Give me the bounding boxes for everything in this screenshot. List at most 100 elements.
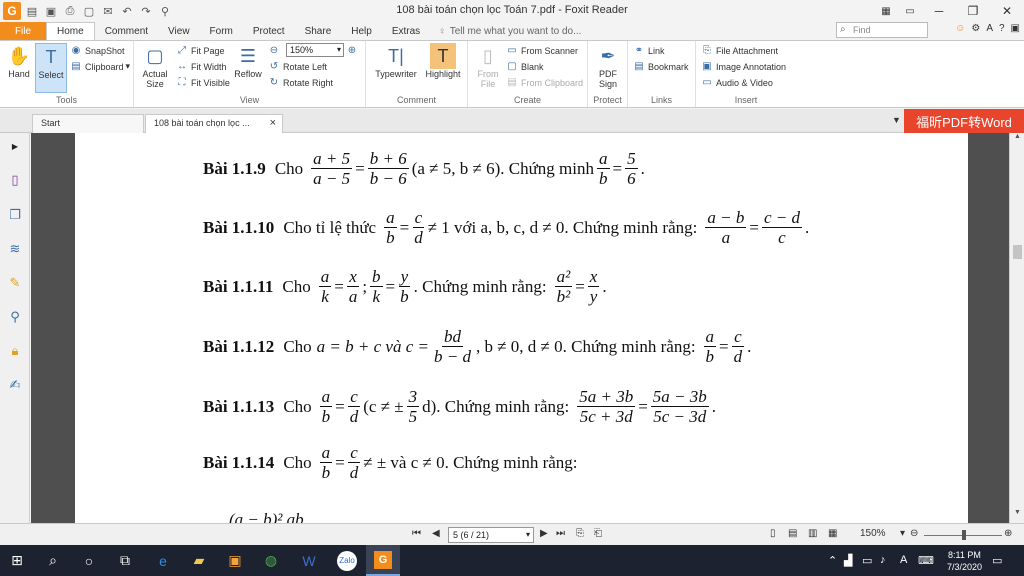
zoom-out-icon[interactable]: ⊖ — [910, 528, 918, 539]
bookmark-panel-icon[interactable]: ▯ — [6, 171, 24, 189]
link-button[interactable]: ⚭ Link — [633, 43, 665, 58]
collapse-ribbon-icon[interactable]: ▭ — [898, 0, 922, 22]
tab-share[interactable]: Share — [295, 22, 342, 40]
search-icon[interactable]: ⌕ — [36, 545, 70, 576]
foxit-taskbar-icon[interactable]: G — [366, 545, 400, 576]
pdf-to-word-promo[interactable]: 福昕PDF转Word — [904, 109, 1024, 133]
copy-page-icon[interactable]: ⎗ — [594, 528, 602, 539]
extract-page-icon[interactable]: ⎘ — [576, 528, 584, 539]
blank-button[interactable]: ▢ Blank — [506, 59, 543, 74]
file-menu[interactable]: File — [0, 22, 46, 40]
minimize-button[interactable]: ─ — [922, 0, 956, 22]
undo-icon[interactable]: ↶ — [119, 3, 135, 19]
find-input[interactable]: ⌕ Find — [836, 22, 928, 38]
document-viewport[interactable]: Bài 1.1.9 Cho a + 5a − 5 = b + 6b − 6 (a… — [31, 133, 1009, 523]
vertical-scrollbar[interactable]: ▲ ▼ — [1009, 133, 1024, 523]
actual-size-button[interactable]: ▢ Actual Size — [139, 43, 171, 93]
tab-view[interactable]: View — [158, 22, 200, 40]
close-tab-icon[interactable]: × — [270, 115, 276, 132]
tell-me-box[interactable]: ♀ Tell me what you want to do... — [430, 22, 581, 40]
continuous-view-icon[interactable]: ▤ — [788, 528, 797, 539]
smiley-icon[interactable]: ☺ — [955, 23, 965, 34]
select-button[interactable]: T Select — [35, 43, 67, 93]
scrollbar-thumb[interactable] — [1013, 245, 1022, 259]
system-clock[interactable]: 8:11 PM 7/3/2020 — [947, 549, 982, 573]
from-file-button[interactable]: ▯ From File — [472, 43, 504, 93]
new-document-icon[interactable]: ▢ — [81, 3, 97, 19]
attachments-panel-icon[interactable]: ⚲ — [6, 308, 24, 326]
zoom-out-button[interactable]: ⊖ — [268, 43, 283, 58]
zalo-icon[interactable]: Zalo — [330, 545, 364, 576]
font-size-icon[interactable]: A — [986, 23, 993, 34]
file-explorer-icon[interactable]: ▰ — [182, 545, 216, 576]
customize-toolbar-icon[interactable]: ⚲ — [157, 3, 173, 19]
expand-icon[interactable]: ▣ — [1011, 23, 1020, 34]
single-page-view-icon[interactable]: ▯ — [770, 528, 776, 539]
tab-form[interactable]: Form — [200, 22, 243, 40]
task-view-icon[interactable]: ⧉ — [108, 545, 142, 576]
ribbon-options-icon[interactable]: ▦ — [874, 0, 898, 22]
file-attachment-button[interactable]: ⎘ File Attachment — [701, 43, 778, 58]
signature-panel-icon[interactable]: ✍ — [6, 376, 24, 394]
print-icon[interactable]: ⎙ — [62, 3, 78, 19]
gear-icon[interactable]: ⚙ — [971, 23, 980, 34]
from-clipboard-button[interactable]: ▤ From Clipboard — [506, 75, 583, 90]
pages-panel-icon[interactable]: ❐ — [6, 206, 24, 224]
facing-view-icon[interactable]: ▥ — [808, 528, 817, 539]
zoom-in-icon[interactable]: ⊕ — [1004, 528, 1012, 539]
fit-visible-button[interactable]: ⛶ Fit Visible — [176, 75, 230, 90]
clipboard-button[interactable]: ▤ Clipboard ▾ — [70, 59, 130, 74]
tab-extras[interactable]: Extras — [382, 22, 430, 40]
tab-home[interactable]: Home — [46, 22, 95, 40]
save-icon[interactable]: ▣ — [43, 3, 59, 19]
snapshot-button[interactable]: ◉ SnapShot — [70, 43, 125, 58]
audio-video-button[interactable]: ▭ Audio & Video — [701, 75, 773, 90]
zoom-level[interactable]: 150% — [860, 528, 886, 539]
tab-protect[interactable]: Protect — [243, 22, 295, 40]
tab-start[interactable]: Start — [32, 114, 144, 133]
scroll-down-icon[interactable]: ▼ — [1010, 509, 1024, 523]
expand-panel-icon[interactable]: ▶ — [6, 137, 24, 155]
zoom-select[interactable]: 150% ▾ — [286, 43, 344, 57]
highlight-button[interactable]: T Highlight — [422, 43, 464, 93]
comments-panel-icon[interactable]: ✎ — [6, 274, 24, 292]
app-icon[interactable]: ◍ — [254, 545, 288, 576]
rotate-right-button[interactable]: ↻ Rotate Right — [268, 75, 333, 90]
notifications-icon[interactable]: ▭ — [992, 554, 1002, 567]
page-number-input[interactable]: 5 (6 / 21) ▾ — [448, 527, 534, 543]
from-scanner-button[interactable]: ▭ From Scanner — [506, 43, 578, 58]
restore-button[interactable]: ❐ — [956, 0, 990, 22]
fit-page-button[interactable]: ⤢ Fit Page — [176, 43, 225, 58]
previous-page-icon[interactable]: ◀ — [432, 528, 440, 539]
network-icon[interactable]: ▟ — [844, 554, 852, 567]
volume-icon[interactable]: ♪ — [880, 554, 886, 566]
store-icon[interactable]: ▣ — [218, 545, 252, 576]
word-icon[interactable]: W — [292, 545, 326, 576]
scroll-up-icon[interactable]: ▲ — [1010, 133, 1024, 147]
open-folder-icon[interactable]: ▤ — [24, 3, 40, 19]
tab-help[interactable]: Help — [341, 22, 382, 40]
battery-icon[interactable]: ▭ — [862, 554, 872, 567]
zoom-in-button[interactable]: ⊕ — [346, 43, 361, 58]
pdf-sign-button[interactable]: ✒ PDF Sign — [592, 43, 624, 93]
tab-current-document[interactable]: 108 bài toán chọn lọc ... × — [145, 114, 283, 133]
security-panel-icon[interactable]: 🔒︎ — [6, 342, 24, 360]
edge-icon[interactable]: e — [146, 545, 180, 576]
rotate-left-button[interactable]: ↺ Rotate Left — [268, 59, 327, 74]
cortana-icon[interactable]: ○ — [72, 545, 106, 576]
show-hidden-icons-icon[interactable]: ⌃ — [828, 554, 837, 567]
zoom-slider[interactable] — [924, 530, 1002, 540]
foxit-logo-icon[interactable]: G — [3, 2, 21, 20]
next-page-icon[interactable]: ▶ — [540, 528, 548, 539]
last-page-icon[interactable]: ⏭ — [556, 528, 565, 539]
email-icon[interactable]: ✉ — [100, 3, 116, 19]
image-annotation-button[interactable]: ▣ Image Annotation — [701, 59, 786, 74]
tab-list-dropdown-icon[interactable]: ▼ — [892, 115, 901, 125]
redo-icon[interactable]: ↷ — [138, 3, 154, 19]
input-language[interactable]: A — [900, 554, 907, 566]
continuous-facing-view-icon[interactable]: ▦ — [828, 528, 837, 539]
tab-comment[interactable]: Comment — [95, 22, 158, 40]
fit-width-button[interactable]: ↔ Fit Width — [176, 59, 227, 74]
ime-icon[interactable]: ⌨ — [918, 554, 934, 567]
bookmark-button[interactable]: ▤ Bookmark — [633, 59, 688, 74]
